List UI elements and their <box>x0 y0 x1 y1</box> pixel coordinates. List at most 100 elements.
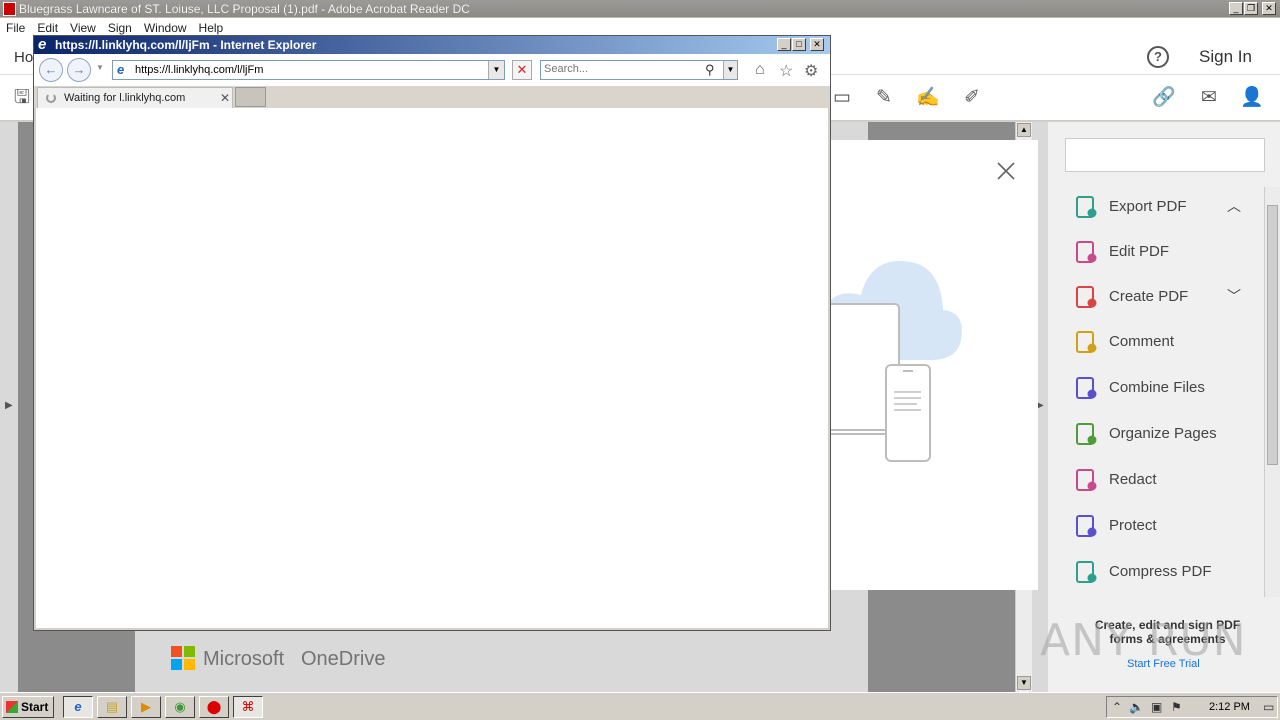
menu-help[interactable]: Help <box>193 18 230 35</box>
add-user-icon[interactable]: 👤 <box>1240 86 1264 110</box>
taskbar-acrobat-icon[interactable]: ⌘ <box>233 696 263 718</box>
tool-redact[interactable]: Redact <box>1074 465 1264 495</box>
tool-edit-pdf[interactable]: Edit PDF <box>1074 237 1264 267</box>
tool-organize-pages[interactable]: Organize Pages <box>1074 419 1264 449</box>
highlight-icon[interactable]: ✎ <box>872 86 896 110</box>
new-tab-button[interactable] <box>235 87 266 107</box>
comment-icon <box>1074 330 1098 354</box>
left-panel-toggle[interactable]: ▶ <box>0 122 18 692</box>
ie-window-title: https://l.linklyhq.com/l/ljFm - Internet… <box>55 38 317 52</box>
ie-tab-bar: Waiting for l.linklyhq.com ✕ <box>34 86 830 108</box>
anyrun-watermark: ANY RUN <box>1040 615 1247 666</box>
sign-in-link[interactable]: Sign In <box>1199 47 1252 67</box>
search-box[interactable]: ⚲ ▼ <box>540 60 738 80</box>
close-button[interactable]: ✕ <box>1262 2 1276 15</box>
stop-button[interactable]: ✕ <box>512 60 532 80</box>
taskbar-ie-icon[interactable]: e <box>63 696 93 718</box>
ie-window: e https://l.linklyhq.com/l/ljFm - Intern… <box>33 35 831 631</box>
forward-button[interactable]: → <box>67 58 91 82</box>
network-icon[interactable]: ▣ <box>1151 700 1162 714</box>
ie-navigation-bar: ← → ▼ e https://l.linklyhq.com/l/ljFm ▼ … <box>34 54 830 86</box>
home-icon[interactable]: ⌂ <box>755 61 765 79</box>
tool-label: Protect <box>1109 517 1157 534</box>
history-dropdown-icon[interactable]: ▼ <box>96 63 104 72</box>
taskbar-media-player-icon[interactable]: ▶ <box>131 696 161 718</box>
acrobat-window-title: Bluegrass Lawncare of ST. Loiuse, LLC Pr… <box>19 2 470 16</box>
tab-close-icon[interactable]: ✕ <box>220 91 230 105</box>
start-button[interactable]: Start <box>2 696 54 718</box>
tool-label: Redact <box>1109 471 1157 488</box>
search-input[interactable] <box>544 63 694 75</box>
volume-icon[interactable]: 🔈 <box>1129 700 1144 714</box>
draw-icon[interactable]: ✍ <box>916 86 940 110</box>
tray-expand-icon[interactable]: ⌃ <box>1112 700 1122 714</box>
action-center-flag-icon[interactable]: ⚑ <box>1171 700 1182 714</box>
favorites-star-icon[interactable]: ☆ <box>779 61 793 81</box>
tool-label: Export PDF <box>1109 198 1187 215</box>
scroll-down-icon[interactable]: ▼ <box>1017 676 1031 690</box>
start-label: Start <box>21 700 49 714</box>
microsoft-logo-icon <box>171 646 195 670</box>
menu-sign[interactable]: Sign <box>102 18 138 35</box>
taskbar-chrome-icon[interactable]: ◉ <box>165 696 195 718</box>
system-tray: ⌃ 🔈 ▣ ⚑ 2:12 PM ▭ <box>1106 696 1278 718</box>
menu-window[interactable]: Window <box>138 18 193 35</box>
expand-left-icon[interactable]: ▶ <box>5 400 13 411</box>
combine-files-icon <box>1074 376 1098 400</box>
tool-create-pdf[interactable]: Create PDF ﹀ <box>1074 282 1264 312</box>
clock[interactable]: 2:12 PM <box>1209 701 1250 713</box>
tool-compress-pdf[interactable]: Compress PDF <box>1074 557 1264 587</box>
tab-home[interactable]: Ho <box>14 49 33 66</box>
tool-label: Compress PDF <box>1109 563 1212 580</box>
microsoft-wordmark: Microsoft <box>203 648 285 670</box>
address-dropdown-icon[interactable]: ▼ <box>488 61 504 79</box>
chevron-up-icon[interactable]: ︿ <box>1227 196 1241 216</box>
tools-scrollbar[interactable] <box>1264 187 1280 597</box>
search-icon[interactable]: ⚲ <box>705 62 715 78</box>
ie-page-content[interactable] <box>36 108 828 628</box>
tab-loading-page[interactable]: Waiting for l.linklyhq.com ✕ <box>37 87 233 108</box>
onedrive-footer: Microsoft OneDrive <box>135 632 868 692</box>
onedrive-dialog <box>831 140 1038 590</box>
tool-export-pdf[interactable]: Export PDF ︿ <box>1074 192 1264 222</box>
settings-gear-icon[interactable]: ⚙ <box>804 61 818 81</box>
menu-edit[interactable]: Edit <box>31 18 64 35</box>
menu-file[interactable]: File <box>0 18 31 35</box>
share-link-icon[interactable]: 🔗 <box>1152 86 1176 110</box>
restore-button[interactable]: ❐ <box>1244 2 1258 15</box>
taskbar-opera-icon[interactable]: ⬤ <box>199 696 229 718</box>
menu-view[interactable]: View <box>64 18 102 35</box>
create-pdf-icon <box>1074 285 1098 309</box>
tool-comment[interactable]: Comment <box>1074 327 1264 357</box>
tool-label: Comment <box>1109 333 1175 350</box>
back-button[interactable]: ← <box>39 58 63 82</box>
edit-pdf-icon <box>1074 240 1098 264</box>
address-value[interactable]: https://l.linklyhq.com/l/ljFm <box>135 64 263 76</box>
ie-maximize-button[interactable]: □ <box>792 38 806 51</box>
comment-toolbar-icon[interactable]: ▭ <box>830 86 854 110</box>
scroll-up-icon[interactable]: ▲ <box>1017 123 1031 137</box>
taskbar-explorer-icon[interactable]: ▤ <box>97 696 127 718</box>
redact-icon <box>1074 468 1098 492</box>
onedrive-wordmark: OneDrive <box>301 648 386 670</box>
ie-minimize-button[interactable]: _ <box>777 38 791 51</box>
fill-sign-icon[interactable]: ✐ <box>960 86 984 110</box>
cloud-devices-illustration <box>831 260 962 462</box>
show-desktop-icon[interactable]: ▭ <box>1263 700 1274 714</box>
tool-combine-files[interactable]: Combine Files <box>1074 373 1264 403</box>
search-dropdown-icon[interactable]: ▼ <box>723 61 737 79</box>
tools-search-box[interactable] <box>1065 138 1265 172</box>
ie-title-bar: e https://l.linklyhq.com/l/ljFm - Intern… <box>34 36 830 54</box>
ie-close-button[interactable]: ✕ <box>810 38 824 51</box>
taskbar: Start e ▤ ▶ ◉ ⬤ ⌘ ⌃ 🔈 ▣ ⚑ 2:12 PM ▭ <box>0 692 1280 720</box>
help-icon[interactable]: ? <box>1147 46 1169 68</box>
save-icon[interactable]: 🖫 <box>10 86 34 110</box>
minimize-button[interactable]: _ <box>1229 2 1243 15</box>
scroll-thumb[interactable] <box>1267 205 1278 465</box>
email-icon[interactable]: ✉ <box>1197 86 1221 110</box>
chevron-down-icon[interactable]: ﹀ <box>1227 286 1241 306</box>
tool-protect[interactable]: Protect <box>1074 511 1264 541</box>
close-icon[interactable] <box>995 160 1017 182</box>
compress-pdf-icon <box>1074 560 1098 584</box>
address-bar[interactable]: e https://l.linklyhq.com/l/ljFm ▼ <box>112 60 505 80</box>
